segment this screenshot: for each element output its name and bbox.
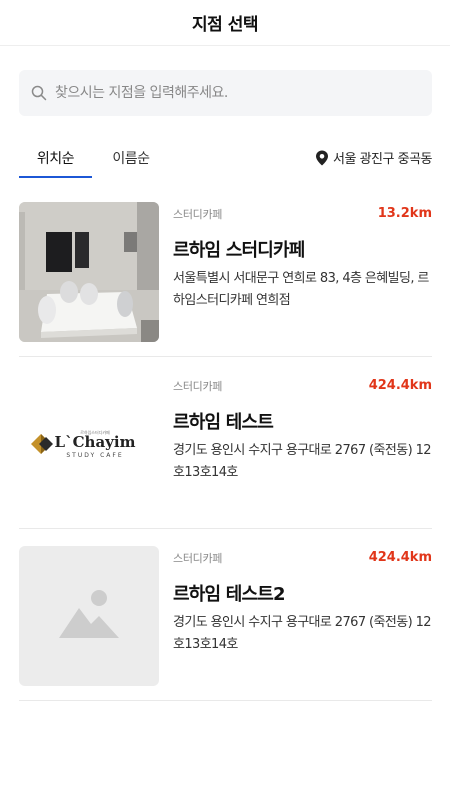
- location-pin-icon: [315, 150, 329, 166]
- branch-photo: [19, 202, 159, 342]
- search-input[interactable]: [55, 85, 415, 101]
- branch-name: 르하임 테스트2: [173, 584, 286, 605]
- branch-item[interactable]: 르하임스터디카페 L`Chayim STUDY CAFE 스터디카페 424.4…: [19, 357, 432, 529]
- branch-address: 경기도 용인시 수지구 용구대로 2767 (죽전동) 12호13호14호: [173, 443, 432, 480]
- page-title: 지점 선택: [192, 15, 258, 35]
- branch-info: 스터디카페 424.4km 르하임 테스트2 경기도 용인시 수지구 용구대로 …: [173, 550, 432, 656]
- app-header: 지점 선택: [0, 0, 450, 46]
- branch-info: 스터디카페 424.4km 르하임 테스트 경기도 용인시 수지구 용구대로 2…: [173, 378, 432, 484]
- logo-sub-text: STUDY CAFE: [66, 452, 123, 459]
- branch-distance: 424.4km: [368, 378, 432, 393]
- image-placeholder-icon: [57, 586, 121, 646]
- branch-distance: 424.4km: [368, 550, 432, 565]
- branch-list: 스터디카페 13.2km 르하임 스터디카페 서울특별시 서대문구 연희로 83…: [19, 185, 432, 701]
- current-location-button[interactable]: 서울 광진구 중곡동: [315, 148, 432, 167]
- sort-tabs: 위치순 이름순 서울 광진구 중곡동: [19, 140, 432, 178]
- branch-address: 서울특별시 서대문구 연희로 83, 4층 은혜빌딩, 르하임스터디카페 연희점: [173, 271, 429, 308]
- logo-main-text: L`Chayim: [55, 433, 136, 451]
- search-icon: [31, 85, 47, 101]
- branch-item[interactable]: 스터디카페 424.4km 르하임 테스트2 경기도 용인시 수지구 용구대로 …: [19, 529, 432, 701]
- current-location-label: 서울 광진구 중곡동: [333, 152, 432, 167]
- tab-sort-by-name[interactable]: 이름순: [92, 140, 170, 178]
- branch-info: 스터디카페 13.2km 르하임 스터디카페 서울특별시 서대문구 연희로 83…: [173, 206, 432, 312]
- search-bar[interactable]: [19, 70, 432, 116]
- brand-logo: 르하임스터디카페 L`Chayim STUDY CAFE: [19, 374, 159, 514]
- branch-name: 르하임 테스트: [173, 412, 274, 433]
- branch-name: 르하임 스터디카페: [173, 240, 305, 261]
- image-placeholder: [19, 546, 159, 686]
- branch-address: 경기도 용인시 수지구 용구대로 2767 (죽전동) 12호13호14호: [173, 615, 432, 652]
- branch-item[interactable]: 스터디카페 13.2km 르하임 스터디카페 서울특별시 서대문구 연희로 83…: [19, 185, 432, 357]
- branch-distance: 13.2km: [377, 206, 432, 221]
- tab-sort-by-location[interactable]: 위치순: [19, 140, 92, 178]
